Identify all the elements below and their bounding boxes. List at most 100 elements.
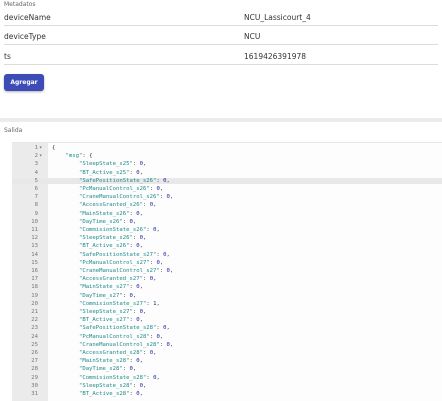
code-text: "SafePositionState_s26": 0,: [78, 177, 170, 184]
line-number: 9: [34, 210, 38, 217]
code-text: "DayTime_s26": 0,: [78, 218, 137, 225]
line-number: 31: [31, 391, 38, 397]
line-number: 21: [31, 309, 38, 315]
code-text: "DayTime_s28": 0,: [78, 366, 137, 373]
line-number: 4: [34, 169, 38, 176]
section-divider: [0, 118, 442, 122]
line-number: 27: [31, 358, 38, 365]
code-line: 18 "MainState_s27": 0,: [12, 284, 442, 291]
code-line: 24 "PcManualControl_s28": 0,: [12, 334, 442, 341]
code-line: 7 "CraneManualControl_s26": 0,: [12, 194, 442, 201]
metadata-row-ts[interactable]: ts 1619426391978: [4, 49, 438, 65]
metadata-key: deviceType: [4, 32, 46, 41]
code-text: "CommisionState_s26": 0,: [78, 227, 160, 233]
code-line: 27 "MainState_s28": 0,: [12, 358, 442, 365]
line-number: 7: [34, 194, 38, 201]
code-text: "AccessGranted_s26": 0,: [78, 202, 157, 209]
code-line: 5 "SafePositionState_s26": 0,: [12, 177, 442, 185]
code-line: 26 "AccessGranted_s28": 0,: [12, 350, 442, 357]
code-text: "SleepState_s28": 0,: [78, 382, 147, 389]
line-number: 22: [31, 317, 38, 324]
code-text: "MainState_s27": 0,: [78, 284, 143, 291]
code-text: "CommisionState_s27": 1,: [78, 300, 160, 307]
code-text: "BT_Active_s25": 0,: [78, 169, 143, 176]
code-text: "BT_Active_s27": 0,: [78, 317, 143, 324]
code-text: "SafePositionState_s28": 0,: [78, 325, 170, 332]
code-text: "CommisionState_s28": 0,: [78, 374, 160, 381]
code-text: "AccessGranted_s27": 0,: [78, 276, 157, 283]
code-text: "BT_Active_s28": 0,: [78, 391, 143, 397]
line-number: 18: [31, 284, 38, 291]
metadata-value[interactable]: NCU_Lassicourt_4: [244, 13, 311, 22]
line-number: 1: [34, 145, 38, 151]
code-line: 31 "BT_Active_s28": 0,: [12, 391, 442, 398]
metadata-row-device-name[interactable]: deviceName NCU_Lassicourt_4: [4, 10, 438, 26]
line-number: 16: [31, 268, 38, 274]
code-line: 10 "DayTime_s26": 0,: [12, 219, 442, 226]
line-number: 12: [31, 235, 38, 242]
line-number: 25: [31, 341, 38, 348]
fold-toggle-icon[interactable]: ▾: [39, 153, 42, 160]
line-number: 20: [31, 300, 38, 307]
code-line: 1 ▾ {: [12, 145, 442, 152]
line-number: 29: [31, 374, 38, 381]
code-text: "msg": {: [65, 153, 93, 160]
code-text: "SleepState_s26": 0,: [78, 235, 147, 242]
line-number: 8: [34, 202, 38, 209]
code-text: "SleepState_s27": 0,: [78, 309, 147, 315]
fold-toggle-icon[interactable]: ▾: [39, 145, 42, 152]
line-number: 13: [31, 243, 38, 250]
code-line: 25 "CraneManualControl_s28": 0,: [12, 342, 442, 349]
line-number: 17: [31, 276, 38, 283]
code-line: 21 "SleepState_s27": 0,: [12, 309, 442, 316]
metadata-row-device-type[interactable]: deviceType NCU: [4, 29, 438, 45]
line-number: 2: [34, 153, 38, 160]
code-line: 22 "BT_Active_s27": 0,: [12, 317, 442, 324]
code-editor[interactable]: 1 ▾ {2 ▾ "msg": { 3 "SleepState_s25": 0, 4 "B…: [12, 142, 442, 401]
line-number: 30: [31, 382, 38, 389]
code-line: 11 "CommisionState_s26": 0,: [12, 227, 442, 234]
metadata-value[interactable]: 1619426391978: [244, 52, 306, 61]
code-line: 16 "CraneManualControl_s27": 0,: [12, 268, 442, 275]
line-number: 14: [31, 251, 38, 258]
line-number: 26: [31, 350, 38, 356]
code-line: 4 "BT_Active_s25": 0,: [12, 170, 442, 177]
code-line: 19 "DayTime_s27": 0,: [12, 293, 442, 300]
line-number: 28: [31, 366, 38, 373]
line-number: 6: [34, 186, 38, 192]
code-line: 20 "CommisionState_s27": 1,: [12, 301, 442, 308]
code-text: "CraneManualControl_s26": 0,: [78, 194, 174, 201]
code-text: "BT_Active_s26": 0,: [78, 243, 143, 250]
code-text: "PcManualControl_s26": 0,: [78, 186, 164, 192]
code-line: 9 "MainState_s26": 0,: [12, 211, 442, 218]
line-number: 23: [31, 325, 38, 332]
code-text: "CraneManualControl_s27": 0,: [78, 268, 174, 274]
code-text: {: [52, 145, 56, 151]
line-number: 11: [31, 227, 38, 233]
code-text: "DayTime_s27": 0,: [78, 292, 137, 299]
code-line: 14 "SafePositionState_s27": 0,: [12, 252, 442, 259]
line-number: 3: [34, 161, 38, 168]
metadata-value[interactable]: NCU: [244, 32, 260, 41]
code-text: "MainState_s26": 0,: [78, 210, 143, 217]
code-line: 29 "CommisionState_s28": 0,: [12, 375, 442, 382]
code-text: "PcManualControl_s27": 0,: [78, 259, 164, 266]
code-line: 8 "AccessGranted_s26": 0,: [12, 202, 442, 209]
code-text: "SleepState_s25": 0,: [78, 161, 147, 168]
metadata-key: deviceName: [4, 13, 51, 22]
code-line: 17 "AccessGranted_s27": 0,: [12, 276, 442, 283]
code-line: 15 "PcManualControl_s27": 0,: [12, 260, 442, 267]
line-number: 10: [31, 218, 38, 225]
add-button[interactable]: Agregar: [4, 74, 44, 91]
line-number: 24: [31, 333, 38, 340]
code-line: 23 "SafePositionState_s28": 0,: [12, 325, 442, 332]
output-section-label: Salida: [4, 127, 23, 134]
code-line: 12 "SleepState_s26": 0,: [12, 235, 442, 242]
code-text: "CraneManualControl_s28": 0,: [78, 341, 174, 348]
code-line: 13 "BT_Active_s26": 0,: [12, 243, 442, 250]
code-text: "MainState_s28": 0,: [78, 358, 143, 365]
metadata-key: ts: [4, 52, 11, 61]
code-text: "SafePositionState_s27": 0,: [78, 251, 170, 258]
line-number: 15: [31, 259, 38, 266]
code-text: "AccessGranted_s28": 0,: [78, 350, 157, 356]
